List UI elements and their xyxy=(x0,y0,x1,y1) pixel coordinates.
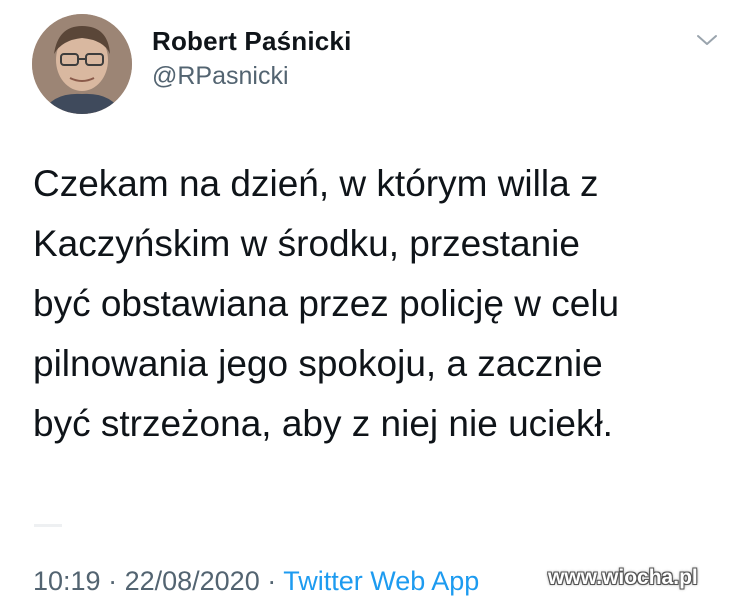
profile-photo xyxy=(32,14,132,114)
tweet-card: Robert Paśnicki @RPasnicki Czekam na dzi… xyxy=(0,0,732,609)
tweet-metadata: 10:19 · 22/08/2020 · Twitter Web App xyxy=(33,566,479,597)
divider xyxy=(34,524,62,527)
tweet-time[interactable]: 10:19 xyxy=(33,566,101,596)
author-display-name[interactable]: Robert Paśnicki xyxy=(152,26,352,57)
tweet-source-link[interactable]: Twitter Web App xyxy=(283,566,479,596)
tweet-date[interactable]: 22/08/2020 xyxy=(125,566,260,596)
watermark: www.wiocha.pl xyxy=(548,566,698,589)
tweet-text-line: pilnowania jego spokoju, a zacznie xyxy=(33,343,603,384)
meta-separator: · xyxy=(100,566,125,596)
tweet-text: Czekam na dzień, w którym willa z Kaczyń… xyxy=(33,154,723,454)
meta-separator: · xyxy=(259,566,284,596)
tweet-text-line: być strzeżona, aby z niej nie uciekł. xyxy=(33,403,613,444)
tweet-text-line: Czekam na dzień, w którym willa z xyxy=(33,163,599,204)
tweet-text-line: być obstawiana przez policję w celu xyxy=(33,283,620,324)
tweet-text-line: Kaczyńskim w środku, przestanie xyxy=(33,223,580,264)
chevron-down-icon[interactable] xyxy=(695,32,719,48)
avatar[interactable] xyxy=(32,14,132,114)
author-handle[interactable]: @RPasnicki xyxy=(152,62,289,91)
